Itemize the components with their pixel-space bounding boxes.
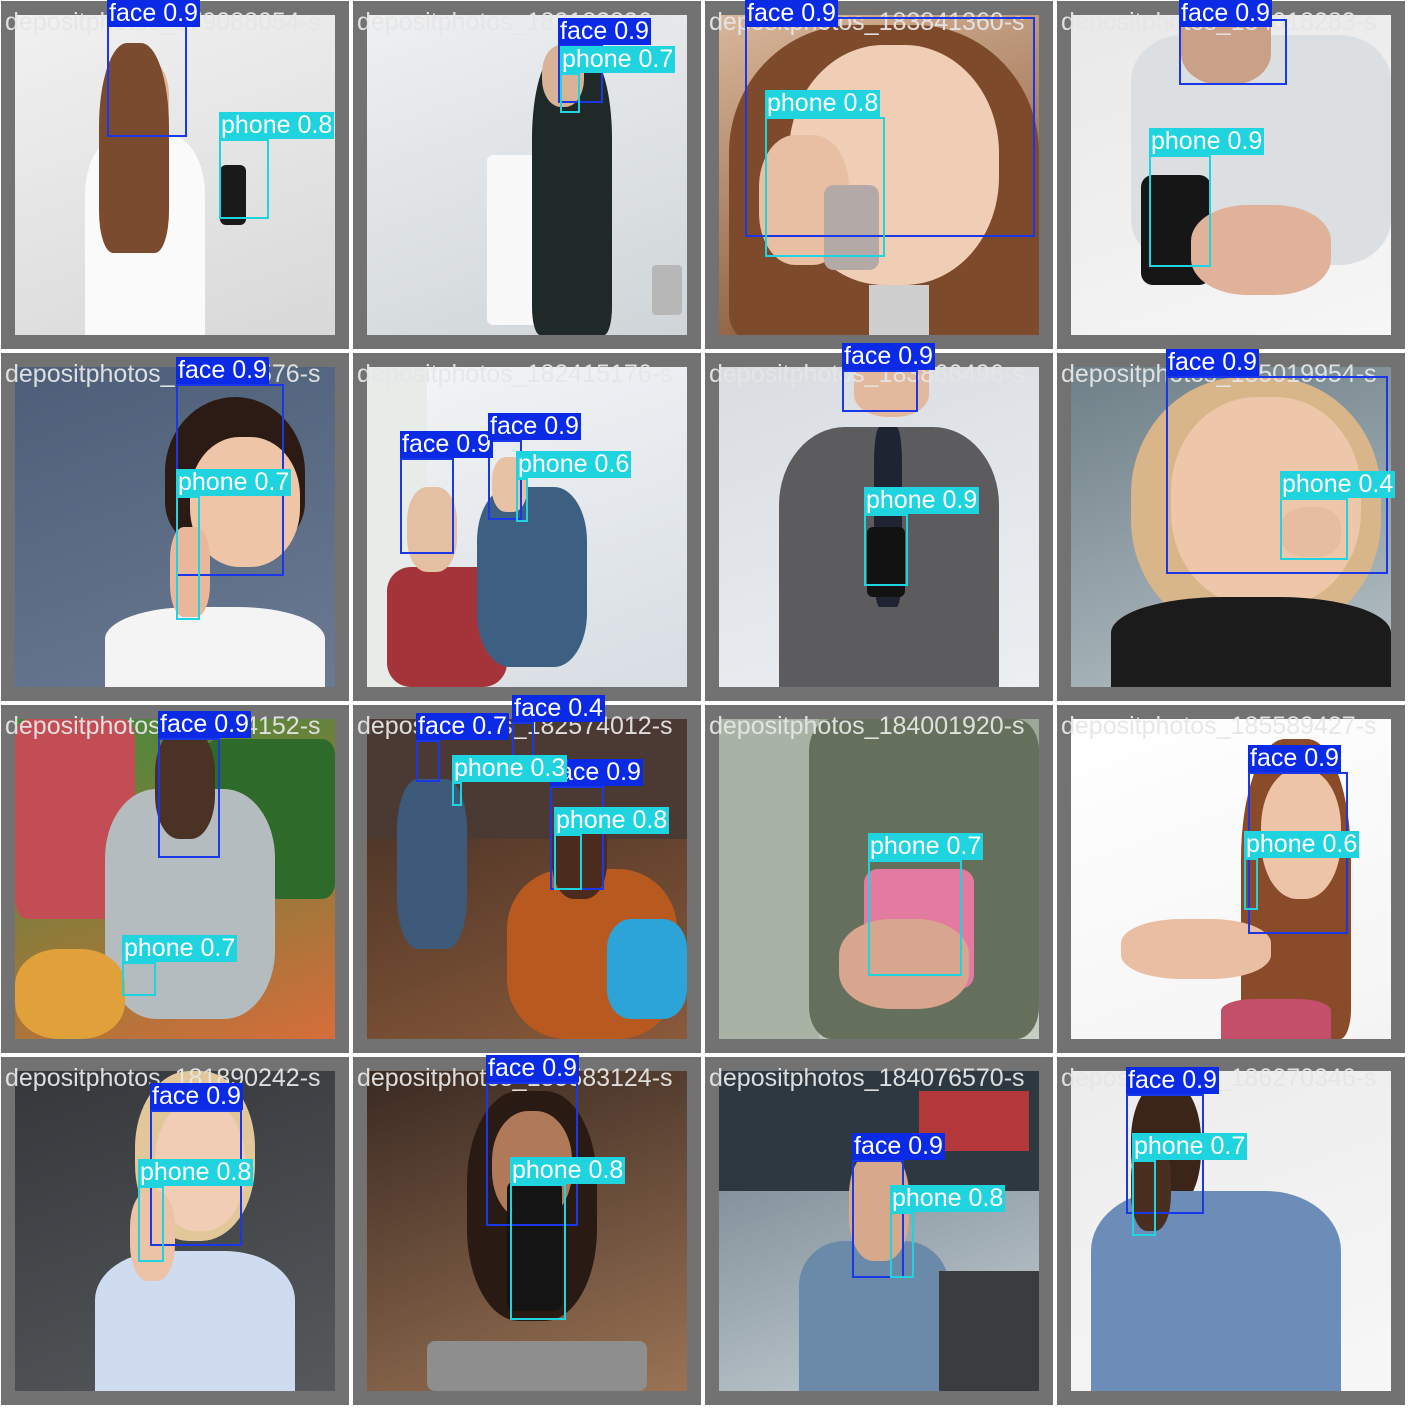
photo-region <box>1221 999 1331 1039</box>
photo-region <box>1191 205 1331 295</box>
photo-region <box>15 949 125 1039</box>
phone-bounding-box <box>516 478 528 522</box>
phone-bounding-box <box>1132 1160 1156 1236</box>
phone-bounding-box <box>864 514 908 586</box>
phone-score-label: phone 0.9 <box>1149 127 1265 155</box>
face-score-label: face 0.9 <box>558 17 651 45</box>
face-score-label: face 0.9 <box>150 1082 243 1110</box>
phone-bounding-box <box>1149 155 1211 267</box>
phone-bounding-box <box>868 860 962 976</box>
face-score-label: face 0.9 <box>158 710 251 738</box>
phone-score-label: phone 0.8 <box>765 89 881 117</box>
phone-score-label: phone 0.7 <box>560 45 676 73</box>
photo-region <box>95 1251 295 1391</box>
phone-score-label: phone 0.4 <box>1280 470 1396 498</box>
phone-score-label: phone 0.7 <box>122 934 238 962</box>
phone-bounding-box <box>122 962 156 996</box>
phone-bounding-box <box>219 139 269 219</box>
face-score-label: face 0.4 <box>512 694 605 722</box>
photo-region <box>939 1271 1039 1391</box>
photo-region <box>1091 1191 1341 1391</box>
image-filename: depositphotos_185589427-s <box>1061 712 1377 740</box>
phone-score-label: phone 0.8 <box>890 1184 1006 1212</box>
face-bounding-box <box>416 740 440 782</box>
photo-region <box>427 1341 647 1391</box>
face-bounding-box <box>107 9 187 137</box>
phone-bounding-box <box>176 496 200 620</box>
phone-bounding-box <box>510 1184 566 1320</box>
phone-score-label: phone 0.6 <box>1244 830 1360 858</box>
image-filename: depositphotos_184001920-s <box>709 712 1025 740</box>
image-tile: depositphotos_183543576-s <box>1 353 349 701</box>
face-score-label: face 0.9 <box>400 430 493 458</box>
photo-region <box>719 719 819 1039</box>
phone-bounding-box <box>560 73 580 113</box>
face-score-label: face 0.9 <box>1248 744 1341 772</box>
phone-bounding-box <box>1280 498 1348 560</box>
face-score-label: face 0.9 <box>852 1132 945 1160</box>
phone-score-label: phone 0.7 <box>868 832 984 860</box>
detection-mosaic: depositphotos_179088054-sface 0.9phone 0… <box>0 0 1408 1408</box>
phone-bounding-box <box>138 1186 164 1262</box>
face-score-label: face 0.9 <box>1179 0 1272 27</box>
phone-score-label: phone 0.9 <box>864 486 980 514</box>
face-score-label: face 0.9 <box>107 0 200 27</box>
phone-bounding-box <box>1244 858 1258 910</box>
phone-score-label: phone 0.8 <box>510 1156 626 1184</box>
image-tile: depositphotos_186270346-s <box>1057 1057 1405 1405</box>
phone-score-label: phone 0.8 <box>554 806 670 834</box>
photo-region <box>607 919 687 1019</box>
face-bounding-box <box>1179 19 1287 85</box>
face-score-label: face 0.9 <box>745 0 838 27</box>
image-filename: depositphotos_184076570-s <box>709 1064 1025 1092</box>
photo <box>1071 1071 1391 1391</box>
phone-score-label: phone 0.6 <box>516 450 632 478</box>
face-score-label: face 0.9 <box>488 412 581 440</box>
face-score-label: face 0.7 <box>416 712 509 740</box>
face-bounding-box <box>158 738 220 858</box>
phone-bounding-box <box>452 782 462 806</box>
phone-bounding-box <box>765 117 885 257</box>
phone-score-label: phone 0.8 <box>219 111 335 139</box>
photo <box>15 367 335 687</box>
face-bounding-box <box>842 370 918 412</box>
photo-region <box>652 265 682 315</box>
image-filename: depositphotos_182415176-s <box>357 360 673 388</box>
phone-bounding-box <box>554 834 582 890</box>
face-bounding-box <box>400 458 454 554</box>
phone-score-label: phone 0.7 <box>1132 1132 1248 1160</box>
face-score-label: face 0.9 <box>1166 348 1259 376</box>
phone-score-label: phone 0.7 <box>176 468 292 496</box>
photo-region <box>1111 597 1391 687</box>
phone-score-label: phone 0.8 <box>138 1158 254 1186</box>
photo-region <box>105 607 325 687</box>
face-score-label: face 0.9 <box>1126 1066 1219 1094</box>
face-score-label: face 0.9 <box>842 342 935 370</box>
photo-region <box>869 285 929 335</box>
face-score-label: face 0.9 <box>176 356 269 384</box>
phone-score-label: phone 0.3 <box>452 754 568 782</box>
phone-bounding-box <box>890 1212 914 1278</box>
image-tile: depositphotos_185589427-s <box>1057 705 1405 1053</box>
face-score-label: face 0.9 <box>486 1054 579 1082</box>
